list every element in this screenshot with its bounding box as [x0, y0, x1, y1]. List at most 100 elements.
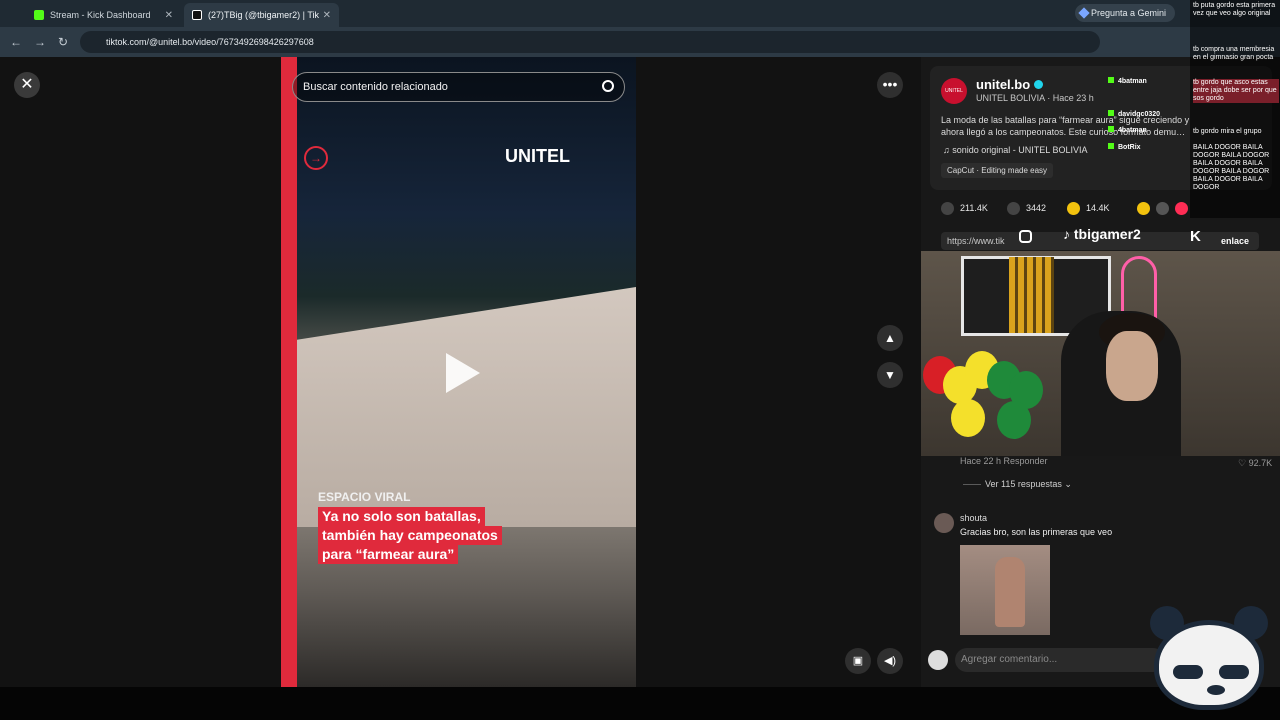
- search-icon[interactable]: [602, 80, 614, 92]
- streamer-face: [1106, 331, 1158, 401]
- avatar[interactable]: [934, 513, 954, 533]
- unitel-logo: UNITEL: [505, 146, 570, 166]
- previous-video-button[interactable]: ▲: [877, 325, 903, 351]
- post-description: La moda de las batallas para “farmear au…: [941, 115, 1190, 137]
- chat-message: tb gordo que asco estas entre jaja dobe …: [1193, 79, 1279, 103]
- comment-icon[interactable]: [1007, 202, 1020, 215]
- tiktok-icon: [192, 10, 202, 20]
- forward-icon[interactable]: →: [34, 35, 46, 49]
- reply-likes[interactable]: ♡ 92.7K: [1238, 458, 1272, 469]
- post-subline: UNITEL BOLIVIA · Hace 23 h: [976, 93, 1094, 103]
- green-balloon: [997, 401, 1031, 439]
- kick-user: BotRix: [1118, 144, 1141, 151]
- username-text[interactable]: unitel.bo: [976, 77, 1030, 92]
- sound-text: sonido original - UNITEL BOLIVIA: [952, 145, 1088, 155]
- comments-count: 3442: [1026, 202, 1047, 213]
- comment-image[interactable]: [960, 545, 1050, 635]
- volume-button[interactable]: ◀): [877, 648, 903, 674]
- current-user-avatar: [928, 650, 948, 670]
- tiktok-handle: tbigamer2: [1073, 226, 1141, 242]
- kick-icon: [1108, 126, 1114, 132]
- play-icon[interactable]: [446, 353, 480, 393]
- kick-icon: [34, 10, 44, 20]
- panda-nose: [1207, 685, 1225, 695]
- repost-icon[interactable]: [1175, 202, 1188, 215]
- comment-input[interactable]: Agregar comentario...: [955, 648, 1165, 672]
- pip-button[interactable]: ▣: [845, 648, 871, 674]
- more-options-button[interactable]: •••: [877, 72, 903, 98]
- tab-tiktok[interactable]: (27)TBig (@tbigamer2) | Tik ✕: [184, 3, 339, 27]
- avatar[interactable]: UNITEL: [941, 78, 967, 104]
- webcam-overlay: [921, 251, 1280, 456]
- capcut-badge[interactable]: CapCut · Editing made easy: [941, 163, 1054, 178]
- close-icon[interactable]: ✕: [165, 10, 173, 21]
- close-icon[interactable]: ✕: [323, 10, 331, 21]
- espacio-viral-label: ESPACIO VIRAL: [318, 490, 411, 504]
- post-username[interactable]: unitel.bo: [976, 77, 1044, 92]
- gemini-button[interactable]: Pregunta a Gemini: [1075, 4, 1175, 22]
- copy-link-button[interactable]: enlace: [1221, 232, 1249, 250]
- caption-line-1: Ya no solo son batallas,: [318, 507, 485, 526]
- taskbar-strip: [0, 687, 1280, 720]
- kick-event: 4batman: [1108, 126, 1147, 134]
- reply-likes-count: 92.7K: [1248, 458, 1273, 468]
- likes-stat[interactable]: 211.4K: [941, 202, 988, 215]
- sound-link[interactable]: ♫ sonido original - UNITEL BOLIVIA: [943, 145, 1088, 155]
- tab-label: (27)TBig (@tbigamer2) | Tik: [208, 10, 320, 20]
- comment-username[interactable]: shouta: [960, 513, 987, 523]
- yellow-blinds: [1009, 257, 1054, 333]
- browser-toolbar: ← → ↻ tiktok.com/@unitel.bo/video/767349…: [0, 27, 1280, 57]
- kick-event: davidgc0320: [1108, 110, 1160, 118]
- comments-stat[interactable]: 3442: [1007, 202, 1046, 215]
- reply-meta[interactable]: Hace 22 h Responder: [960, 456, 1048, 466]
- share-icon[interactable]: [1137, 202, 1150, 215]
- kick-icon: [1108, 77, 1114, 83]
- tiktok-handle-banner: ♪ tbigamer2: [1063, 226, 1141, 242]
- comment-placeholder: Agregar comentario...: [961, 654, 1058, 665]
- saves-stat[interactable]: 14.4K: [1067, 202, 1110, 215]
- comment-image-figure: [995, 557, 1025, 627]
- kick-user: 4batman: [1118, 127, 1147, 134]
- panda-head: [1154, 620, 1264, 710]
- kick-icon: [1108, 110, 1114, 116]
- browser-tabbar: Stream - Kick Dashboard ✕ (27)TBig (@tbi…: [0, 0, 1280, 27]
- heart-icon[interactable]: [941, 202, 954, 215]
- panda-mascot-logo: [1150, 606, 1268, 710]
- close-video-button[interactable]: ✕: [14, 72, 40, 98]
- arrow-right-icon: →: [304, 146, 328, 170]
- caption-line-3: para “farmear aura”: [318, 545, 459, 564]
- tab-kick-dashboard[interactable]: Stream - Kick Dashboard ✕: [26, 3, 181, 27]
- reload-icon[interactable]: ↻: [58, 35, 68, 49]
- share-icons[interactable]: [1137, 202, 1194, 215]
- embed-icon[interactable]: [1156, 202, 1169, 215]
- kick-event: BotRix: [1108, 143, 1141, 151]
- chat-message: tb gordo mira el grupo: [1193, 128, 1262, 135]
- kick-logo-icon: K: [1190, 228, 1201, 245]
- bookmark-icon[interactable]: [1067, 202, 1080, 215]
- kick-user: davidgc0320: [1118, 111, 1161, 118]
- kick-icon: [1108, 143, 1114, 149]
- next-video-button[interactable]: ▼: [877, 362, 903, 388]
- verified-icon: [1034, 80, 1044, 89]
- yellow-balloon: [951, 399, 985, 437]
- panda-eye: [1219, 665, 1249, 679]
- divider: [963, 484, 981, 485]
- comment-text: Gracias bro, son las primeras que veo: [960, 527, 1113, 537]
- address-bar[interactable]: tiktok.com/@unitel.bo/video/767349269842…: [80, 31, 1100, 53]
- gemini-icon: [1078, 7, 1090, 19]
- kick-user: 4batman: [1118, 78, 1147, 85]
- video-red-bar: [281, 57, 297, 687]
- search-input[interactable]: Buscar contenido relacionado: [292, 72, 625, 102]
- caption-line-2: también hay campeonatos: [318, 526, 502, 545]
- chat-message: tb compra una membresia en el gimnasio g…: [1193, 46, 1275, 61]
- kick-event: 4batman: [1108, 77, 1147, 85]
- link-text: https://www.tik: [947, 236, 1005, 246]
- saves-count: 14.4K: [1086, 202, 1110, 213]
- chat-message: BAILA DOGOR BAILA DOGOR BAILA DOGOR BAIL…: [1193, 144, 1270, 191]
- instagram-icon: [1019, 230, 1032, 243]
- likes-count: 211.4K: [960, 202, 988, 213]
- url-text: tiktok.com/@unitel.bo/video/767349269842…: [106, 37, 314, 47]
- view-replies-button[interactable]: Ver 115 respuestas ⌄: [985, 479, 1072, 490]
- panda-eye: [1173, 665, 1203, 679]
- back-icon[interactable]: ←: [10, 35, 22, 49]
